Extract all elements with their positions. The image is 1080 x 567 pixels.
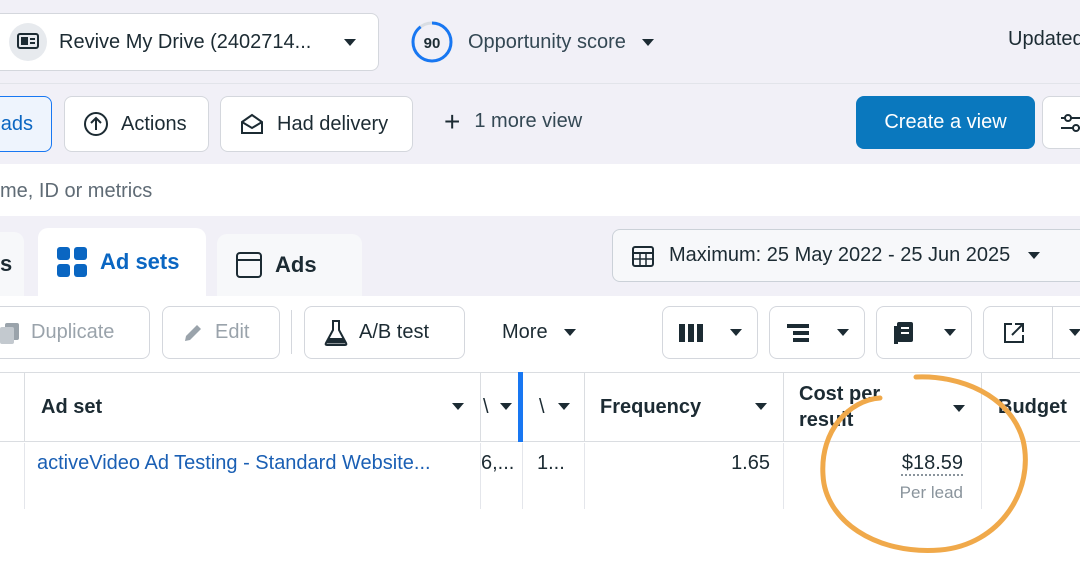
edit-button[interactable]: Edit (162, 306, 280, 359)
ad-window-icon (236, 252, 262, 278)
chevron-down-icon (641, 38, 654, 46)
cell-truncated-2: 1... (522, 443, 584, 509)
account-selector[interactable]: Revive My Drive (2402714... (0, 13, 379, 71)
cell-cost-per-result: $18.59 Per lead (783, 443, 981, 509)
breakdown-icon (787, 323, 809, 342)
duplicate-button[interactable]: Duplicate (0, 306, 150, 359)
create-view-button[interactable]: Create a view (856, 96, 1035, 149)
split-divider (1052, 306, 1053, 359)
edit-label: Edit (215, 321, 250, 343)
duplicate-icon (0, 322, 19, 344)
sort-caret-icon (755, 403, 767, 410)
cell-budget (981, 443, 1080, 509)
export-button[interactable] (983, 306, 1080, 359)
view-chip-had-delivery-label: Had delivery (277, 112, 389, 135)
column-resize-handle[interactable] (518, 372, 523, 442)
score-value: 90 (424, 35, 441, 52)
account-icon (9, 23, 47, 61)
duplicate-label: Duplicate (31, 321, 115, 343)
column-header-cost-per-result[interactable]: Cost per result (783, 372, 981, 442)
column-header-frequency-label: Frequency (600, 395, 702, 418)
more-label: More (502, 321, 548, 343)
cost-per-result-unit: Per lead (899, 483, 963, 502)
ab-test-label: A/B test (359, 321, 430, 343)
cost-per-result-value[interactable]: $18.59 (784, 452, 963, 475)
column-header-cost-per-result-label: Cost per result (799, 383, 881, 431)
tab-ads[interactable]: Ads (217, 234, 362, 296)
grid-icon (57, 247, 87, 277)
plus-icon: + (444, 105, 461, 137)
column-header-truncated-1-label: \ (483, 395, 489, 418)
search-bar[interactable] (0, 164, 1080, 216)
calendar-icon (632, 245, 654, 267)
chevron-down-icon (730, 329, 742, 336)
pencil-icon (185, 324, 201, 341)
column-header-budget-label: Budget (998, 395, 1067, 418)
breakdown-button[interactable] (769, 306, 865, 359)
toolbar-divider (291, 310, 292, 354)
sort-caret-icon (558, 403, 570, 410)
date-range-label: Maximum: 25 May 2022 - 25 Jun 2025 (669, 244, 1011, 266)
chevron-down-icon (837, 329, 849, 336)
ad-set-name-link[interactable]: activeVideo Ad Testing - Standard Websit… (24, 443, 480, 509)
opportunity-score[interactable]: 90 Opportunity score (410, 20, 654, 64)
sort-caret-icon (500, 403, 512, 410)
sort-caret-icon (452, 403, 464, 410)
column-header-truncated-2-label: \ (539, 395, 545, 418)
chevron-down-icon (1069, 329, 1080, 336)
tab-ad-sets[interactable]: Ad sets (38, 228, 206, 296)
search-input[interactable]: me, ID or metrics (0, 180, 152, 203)
sliders-icon (1061, 113, 1080, 132)
tab-ads-label: Ads (275, 252, 317, 277)
view-settings-button[interactable] (1042, 96, 1080, 149)
score-gauge-icon: 90 (411, 21, 453, 63)
cell-frequency: 1.65 (584, 443, 783, 509)
cell-truncated-1: 6,... (480, 443, 522, 509)
view-chip-actions-label: Actions (121, 112, 187, 135)
updated-label: Updated (1008, 28, 1080, 50)
more-button[interactable]: More (485, 306, 595, 359)
opportunity-score-label: Opportunity score (468, 30, 626, 53)
tab-campaigns[interactable]: s (0, 232, 24, 296)
account-name: Revive My Drive (2402714... (59, 30, 312, 53)
view-chip-actions[interactable]: Actions (64, 96, 209, 152)
chevron-down-icon (1028, 252, 1041, 259)
tab-ad-sets-label: Ad sets (100, 249, 180, 274)
export-icon (1004, 322, 1024, 343)
sort-caret-icon (953, 405, 965, 412)
columns-icon (679, 323, 703, 342)
column-header-ad-set[interactable]: Ad set (24, 372, 480, 442)
chevron-down-icon (563, 329, 576, 336)
column-header-frequency[interactable]: Frequency (584, 372, 783, 442)
columns-button[interactable] (662, 306, 758, 359)
reports-button[interactable] (876, 306, 972, 359)
view-chip-ads[interactable]: ads (0, 96, 52, 152)
envelope-icon (241, 113, 263, 134)
chevron-down-icon (344, 39, 356, 46)
column-header-truncated-1[interactable]: \ (480, 372, 522, 442)
column-header-ad-set-label: Ad set (41, 395, 103, 418)
arrow-up-circle-icon (84, 112, 108, 136)
date-range-picker[interactable]: Maximum: 25 May 2022 - 25 Jun 2025 (612, 229, 1080, 282)
more-views-link[interactable]: + 1 more view (444, 105, 583, 137)
ab-test-button[interactable]: A/B test (304, 306, 465, 359)
column-header-budget[interactable]: Budget (981, 372, 1080, 442)
more-views-label: 1 more view (474, 110, 583, 132)
column-header-truncated-2[interactable]: \ (522, 372, 584, 442)
reports-icon (894, 321, 913, 344)
flask-icon (324, 319, 348, 346)
view-chip-had-delivery[interactable]: Had delivery (220, 96, 413, 152)
chevron-down-icon (944, 329, 956, 336)
